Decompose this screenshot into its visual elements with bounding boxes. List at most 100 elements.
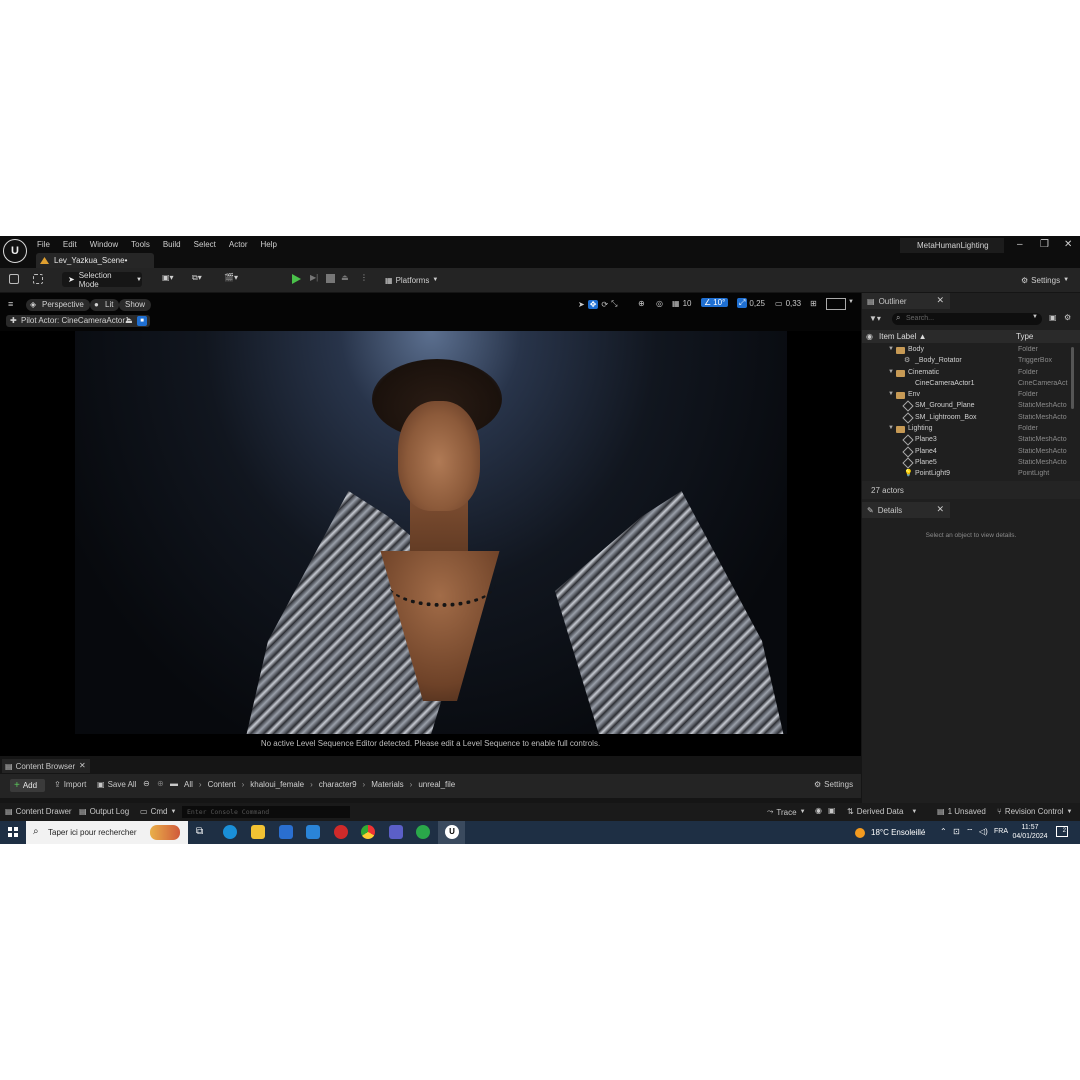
add-actor-icon[interactable]: ▣▾ bbox=[162, 273, 174, 287]
content-browser-tab[interactable]: ▤ Content Browser ✕ bbox=[2, 759, 90, 773]
step-icon[interactable]: ▶| bbox=[310, 273, 318, 287]
eye-icon[interactable]: ◉ bbox=[866, 332, 873, 341]
tree-row-ground-plane[interactable]: SM_Ground_Plane StaticMeshActo bbox=[862, 400, 1070, 413]
scale-tool-icon[interactable]: ⤡ bbox=[611, 299, 617, 309]
scene-render[interactable] bbox=[75, 331, 787, 734]
chevron-down-icon[interactable]: ▼ bbox=[848, 299, 854, 305]
hamburger-icon[interactable]: ≡ bbox=[8, 299, 13, 309]
tree-row-plane5[interactable]: Plane5 StaticMeshActo bbox=[862, 457, 1070, 469]
expand-caret-icon[interactable]: ▼ bbox=[888, 425, 894, 431]
wifi-icon[interactable]: ⌔ bbox=[966, 827, 974, 837]
chevron-down-icon[interactable]: ▼ bbox=[1032, 314, 1038, 320]
surface-snap-icon[interactable]: ◎ bbox=[656, 299, 663, 308]
viewport-options-icon[interactable]: ⊞ bbox=[810, 299, 817, 308]
tree-row-pointlight9[interactable]: 💡 PointLight9 PointLight bbox=[862, 469, 1070, 480]
close-icon[interactable]: ✕ bbox=[1064, 239, 1072, 250]
scale-snap-control[interactable]: ⤢ 0,25 bbox=[737, 298, 765, 308]
eject-pilot-icon[interactable]: ⏏ bbox=[125, 315, 133, 327]
app-icon[interactable] bbox=[416, 825, 430, 839]
outliner-search-input[interactable]: Search... bbox=[892, 313, 1042, 325]
unreal-taskbar-button[interactable]: U bbox=[438, 821, 465, 844]
crumb-character9[interactable]: character9 bbox=[319, 780, 357, 789]
more-options-icon[interactable]: ⋮ bbox=[360, 273, 368, 287]
menu-tools[interactable]: Tools bbox=[131, 240, 150, 249]
opera-icon[interactable] bbox=[334, 825, 348, 839]
play-icon[interactable] bbox=[292, 274, 301, 284]
console-command-input[interactable]: Enter Console Command bbox=[182, 806, 350, 818]
selection-mode-dropdown[interactable]: ➤ Selection Mode ▼ bbox=[62, 271, 142, 289]
expand-caret-icon[interactable]: ▼ bbox=[888, 391, 894, 397]
save-icon[interactable] bbox=[9, 274, 19, 284]
expand-caret-icon[interactable]: ▼ bbox=[888, 369, 894, 375]
crumb-khaloui-female[interactable]: khaloui_female bbox=[250, 780, 304, 789]
cmd-dropdown[interactable]: ▭ Cmd ▼ bbox=[140, 807, 176, 816]
content-settings-button[interactable]: ⚙ Settings bbox=[814, 780, 853, 789]
store-icon[interactable] bbox=[279, 825, 293, 839]
close-tab-icon[interactable]: ✕ bbox=[936, 504, 944, 515]
filter-icon[interactable]: ▼▾ bbox=[869, 314, 881, 323]
notification-icon[interactable]: 2 bbox=[1056, 826, 1068, 837]
revision-control-button[interactable]: ⑂ Revision Control ▼ bbox=[997, 807, 1072, 816]
windows-start-icon[interactable] bbox=[8, 827, 18, 837]
trace-dropdown[interactable]: ⤳ Trace ▼ bbox=[767, 807, 806, 817]
outliner-tab[interactable]: ▤ Outliner ✕ bbox=[862, 293, 950, 309]
content-icon[interactable] bbox=[33, 274, 43, 284]
import-button[interactable]: ⇪ Import bbox=[54, 780, 86, 789]
layout-icon[interactable] bbox=[826, 298, 846, 310]
grid-snap-control[interactable]: ▦ 10 bbox=[672, 299, 691, 308]
folder-icon[interactable]: ▬ bbox=[170, 779, 178, 788]
rotation-snap-control[interactable]: ∠ 10° bbox=[701, 298, 729, 307]
volume-icon[interactable]: ◁) bbox=[979, 827, 988, 836]
tree-row-plane3[interactable]: Plane3 StaticMeshActo bbox=[862, 434, 1070, 447]
perspective-button[interactable]: ◈ Perspective bbox=[26, 299, 90, 311]
menu-edit[interactable]: Edit bbox=[63, 240, 77, 249]
tree-row-cinecamera[interactable]: CineCameraActor1 CineCameraAct bbox=[862, 379, 1070, 390]
tree-row-lighting[interactable]: ▼ Lighting Folder bbox=[862, 424, 1070, 435]
crumb-content[interactable]: Content bbox=[208, 780, 236, 789]
record-icon[interactable]: ◉ bbox=[815, 806, 822, 815]
chevron-up-icon[interactable]: ⌃ bbox=[940, 827, 947, 836]
history-forward-icon[interactable]: ⊕ bbox=[157, 779, 164, 788]
level-viewport[interactable]: ≡ ◈ Perspective ● Lit Show ✚ Pilot Actor… bbox=[0, 293, 861, 756]
tree-row-plane4[interactable]: Plane4 StaticMeshActo bbox=[862, 446, 1070, 458]
unreal-logo-icon[interactable]: U bbox=[3, 239, 27, 263]
crumb-materials[interactable]: Materials bbox=[371, 780, 403, 789]
tree-row-env[interactable]: ▼ Env Folder bbox=[862, 390, 1070, 401]
add-button[interactable]: + Add bbox=[10, 779, 45, 792]
world-space-icon[interactable]: ⊕ bbox=[638, 299, 645, 308]
file-explorer-icon[interactable] bbox=[251, 825, 265, 839]
crumb-all[interactable]: All bbox=[184, 780, 193, 789]
cinematics-icon[interactable]: 🎬▾ bbox=[224, 273, 238, 287]
gear-icon[interactable]: ⚙ bbox=[1064, 313, 1071, 322]
weather-text[interactable]: 18°C Ensoleillé bbox=[871, 828, 925, 837]
mail-icon[interactable] bbox=[306, 825, 320, 839]
column-type[interactable]: Type bbox=[1016, 332, 1033, 341]
level-tab[interactable]: Lev_Yazkua_Scene• bbox=[36, 253, 154, 268]
expand-caret-icon[interactable]: ▼ bbox=[888, 346, 894, 352]
settings-button[interactable]: ⚙ Settings ▼ bbox=[1021, 273, 1069, 287]
rotate-tool-icon[interactable]: ⟳ bbox=[601, 300, 608, 309]
stop-icon[interactable] bbox=[326, 274, 335, 283]
tree-row-cinematic[interactable]: ▼ Cinematic Folder bbox=[862, 368, 1070, 379]
outliner-scrollbar[interactable] bbox=[1071, 347, 1074, 409]
details-tab[interactable]: ✎ Details ✕ bbox=[862, 502, 950, 518]
chrome-icon[interactable] bbox=[361, 825, 375, 839]
eject-icon[interactable]: ⏏ bbox=[341, 273, 349, 287]
menu-help[interactable]: Help bbox=[261, 240, 277, 249]
teams-icon[interactable] bbox=[389, 825, 403, 839]
tree-row-lightroom-box[interactable]: SM_Lightroom_Box StaticMeshActo bbox=[862, 412, 1070, 424]
menu-select[interactable]: Select bbox=[194, 240, 216, 249]
derived-data-button[interactable]: ⇅ Derived Data ▼ bbox=[847, 807, 917, 816]
blueprint-icon[interactable]: ⧉▾ bbox=[192, 273, 202, 287]
menu-window[interactable]: Window bbox=[90, 240, 118, 249]
unsaved-button[interactable]: ▤ 1 Unsaved bbox=[937, 807, 986, 816]
history-back-icon[interactable]: ⊖ bbox=[143, 779, 150, 788]
menu-build[interactable]: Build bbox=[163, 240, 181, 249]
menu-file[interactable]: File bbox=[37, 240, 50, 249]
output-log-button[interactable]: ▤ Output Log bbox=[79, 807, 129, 816]
select-tool-icon[interactable]: ➤ bbox=[578, 300, 585, 309]
edge-icon[interactable] bbox=[223, 825, 237, 839]
camera-icon[interactable]: ■ bbox=[137, 316, 147, 326]
screenshot-icon[interactable]: ▣ bbox=[828, 806, 836, 815]
tree-row-body[interactable]: ▼ Body Folder bbox=[862, 345, 1070, 356]
